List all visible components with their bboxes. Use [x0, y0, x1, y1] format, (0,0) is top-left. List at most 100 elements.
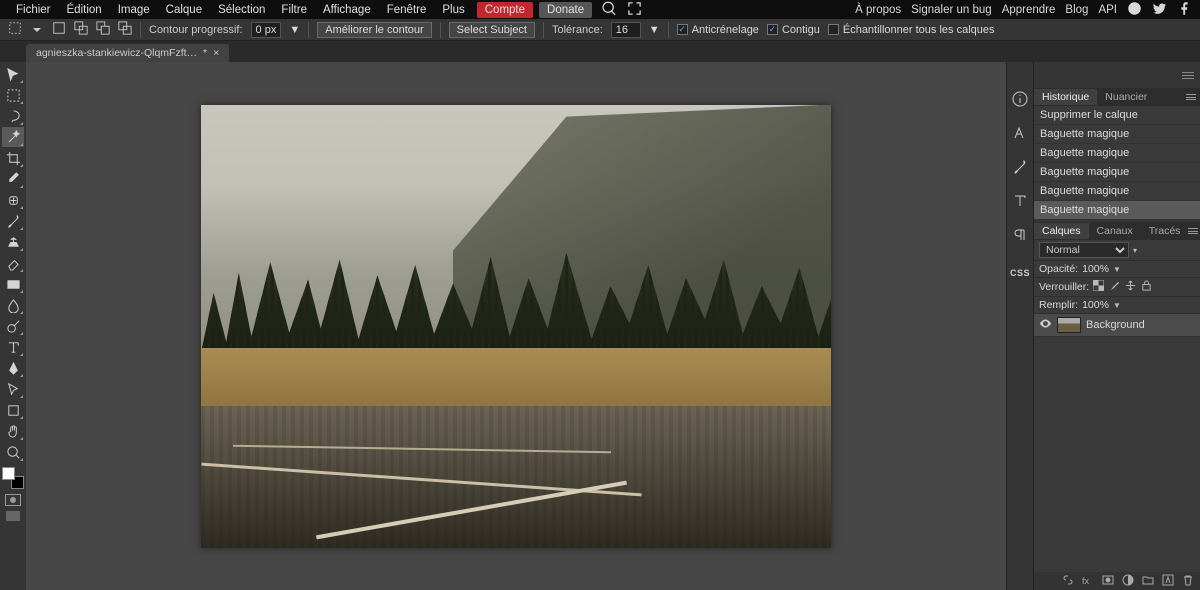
fill-value[interactable]: 100% [1082, 299, 1109, 311]
tolerance-input[interactable]: 16 [611, 22, 641, 38]
brush-tool[interactable] [2, 211, 24, 231]
type-tool[interactable] [2, 337, 24, 357]
lock-transparency-icon[interactable] [1093, 280, 1104, 294]
canvas[interactable] [201, 105, 831, 548]
contiguous-checkbox[interactable]: ✓Contigu [767, 24, 820, 36]
lock-pixels-icon[interactable] [1109, 280, 1120, 294]
menu-image[interactable]: Image [110, 2, 158, 18]
menu-edit[interactable]: Édition [59, 2, 110, 18]
tab-channels[interactable]: Canaux [1089, 223, 1141, 239]
history-panel-menu-icon[interactable] [1186, 94, 1196, 100]
pen-tool[interactable] [2, 358, 24, 378]
screen-mode-toggle[interactable] [6, 511, 20, 521]
layer-row[interactable]: Background [1034, 314, 1200, 337]
reddit-icon[interactable] [1127, 1, 1142, 19]
refine-edge-button[interactable]: Améliorer le contour [317, 22, 431, 38]
facebook-icon[interactable] [1177, 1, 1192, 19]
menu-select[interactable]: Sélection [210, 2, 273, 18]
opt-new-selection-icon[interactable] [52, 21, 66, 38]
menu-window[interactable]: Fenêtre [379, 2, 435, 18]
healing-brush-tool[interactable] [2, 190, 24, 210]
menu-account[interactable]: Compte [477, 2, 533, 18]
eraser-tool[interactable] [2, 253, 24, 273]
blend-mode-dropdown-icon[interactable]: ▾ [1133, 246, 1137, 255]
lock-position-icon[interactable] [1125, 280, 1136, 294]
feather-dropdown-icon[interactable]: ▼ [289, 24, 300, 36]
menu-donate[interactable]: Donate [539, 2, 592, 18]
history-item[interactable]: Supprimer le calque [1034, 106, 1200, 125]
rect-select-icon[interactable] [8, 21, 22, 38]
quick-mask-toggle[interactable] [5, 494, 21, 506]
layer-thumbnail[interactable] [1057, 317, 1081, 333]
foreground-color-swatch[interactable] [2, 467, 15, 480]
link-api[interactable]: API [1098, 4, 1117, 16]
path-select-tool[interactable] [2, 379, 24, 399]
layer-group-icon[interactable] [1142, 574, 1154, 589]
opt-intersect-selection-icon[interactable] [118, 21, 132, 38]
blend-mode-select[interactable]: Normal [1039, 242, 1129, 258]
css-panel-icon[interactable]: CSS [1010, 268, 1030, 278]
eyedropper-tool[interactable] [2, 169, 24, 189]
menu-file[interactable]: Fichier [8, 2, 59, 18]
shape-tool[interactable] [2, 400, 24, 420]
opt-sub-selection-icon[interactable] [96, 21, 110, 38]
layers-panel-menu-icon[interactable] [1188, 228, 1198, 234]
clone-stamp-tool[interactable] [2, 232, 24, 252]
close-tab-icon[interactable]: × [213, 47, 219, 59]
feather-input[interactable]: 0 px [251, 22, 282, 38]
tab-history[interactable]: Historique [1034, 89, 1097, 105]
sample-all-checkbox[interactable]: Échantillonner tous les calques [828, 24, 995, 36]
lasso-tool[interactable] [2, 106, 24, 126]
twitter-icon[interactable] [1152, 1, 1167, 19]
dodge-tool[interactable] [2, 316, 24, 336]
history-item[interactable]: Baguette magique [1034, 201, 1200, 220]
menu-view[interactable]: Affichage [315, 2, 379, 18]
brush-panel-icon[interactable] [1011, 158, 1029, 176]
opacity-dropdown-icon[interactable]: ▼ [1113, 265, 1121, 274]
layer-fx-icon[interactable]: fx [1082, 574, 1094, 589]
link-learn[interactable]: Apprendre [1002, 4, 1056, 16]
history-item[interactable]: Baguette magique [1034, 144, 1200, 163]
tolerance-dropdown-icon[interactable]: ▼ [649, 24, 660, 36]
info-panel-icon[interactable] [1011, 90, 1029, 108]
link-about[interactable]: À propos [855, 4, 901, 16]
antialias-checkbox[interactable]: ✓Anticrénelage [677, 24, 759, 36]
canvas-area[interactable] [26, 62, 1006, 590]
tab-swatches[interactable]: Nuancier [1097, 89, 1155, 105]
document-tab[interactable]: agnieszka-stankiewicz-QlqmFzft… * × [26, 44, 229, 62]
history-item[interactable]: Baguette magique [1034, 182, 1200, 201]
select-subject-button[interactable]: Select Subject [449, 22, 535, 38]
opacity-value[interactable]: 100% [1082, 263, 1109, 275]
adjustment-layer-icon[interactable] [1122, 574, 1134, 589]
fill-dropdown-icon[interactable]: ▼ [1113, 301, 1121, 310]
layer-name[interactable]: Background [1086, 319, 1145, 331]
menu-more[interactable]: Plus [434, 2, 472, 18]
link-layers-icon[interactable] [1062, 574, 1074, 589]
menu-filter[interactable]: Filtre [273, 2, 315, 18]
tab-paths[interactable]: Tracés [1141, 223, 1189, 239]
delete-layer-icon[interactable] [1182, 574, 1194, 589]
opt-add-selection-icon[interactable] [74, 21, 88, 38]
zoom-tool[interactable] [2, 442, 24, 462]
search-icon[interactable] [602, 1, 617, 19]
lock-all-icon[interactable] [1141, 280, 1152, 294]
crop-tool[interactable] [2, 148, 24, 168]
paragraph-panel-icon[interactable] [1011, 226, 1029, 244]
text-panel-icon[interactable] [1011, 192, 1029, 210]
gradient-tool[interactable] [2, 274, 24, 294]
fullscreen-icon[interactable] [627, 1, 642, 19]
link-bug[interactable]: Signaler un bug [911, 4, 992, 16]
hand-tool[interactable] [2, 421, 24, 441]
new-layer-icon[interactable] [1162, 574, 1174, 589]
history-item[interactable]: Baguette magique [1034, 125, 1200, 144]
layer-mask-icon[interactable] [1102, 574, 1114, 589]
magic-wand-tool[interactable] [2, 127, 24, 147]
history-item[interactable]: Baguette magique [1034, 163, 1200, 182]
menu-layer[interactable]: Calque [158, 2, 210, 18]
layer-visibility-icon[interactable] [1039, 317, 1052, 333]
character-panel-icon[interactable] [1011, 124, 1029, 142]
options-mode-dropdown[interactable] [30, 23, 44, 37]
link-blog[interactable]: Blog [1065, 4, 1088, 16]
color-swatches[interactable] [2, 467, 24, 489]
tab-layers[interactable]: Calques [1034, 223, 1089, 239]
